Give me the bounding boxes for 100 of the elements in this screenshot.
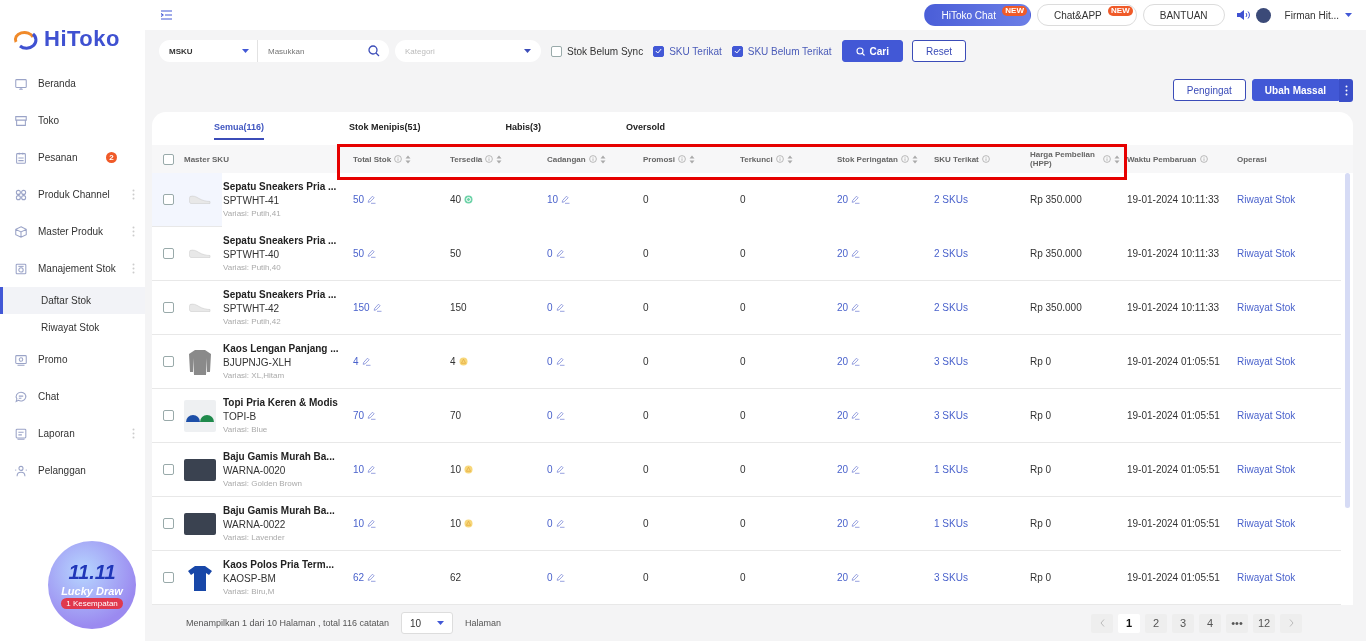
sidebar-item[interactable]: Manajement Stok [0,250,145,287]
reserved-stock-link[interactable]: 0 [547,410,553,421]
header-button[interactable]: BANTUAN [1142,4,1225,26]
linked-sku-link[interactable]: 2 SKUs [934,194,968,205]
table-row[interactable]: Baju Gamis Murah Ba... WARNA-0022 Variasi: Lavender 10 10 0 0 0 20 1 SKUs Rp 0 19-01-2024 01:05:51 Riwayat Stok [152,497,1341,551]
scrollbar[interactable] [1344,173,1350,508]
row-checkbox[interactable] [162,464,174,475]
reserved-stock-link[interactable]: 0 [547,572,553,583]
page-button[interactable]: 3 [1172,613,1194,633]
checkbox-label[interactable]: Stok Belum Sync [567,45,644,57]
edit-icon[interactable] [555,249,565,258]
sidebar-item[interactable]: Laporan [0,415,145,452]
edit-icon[interactable] [367,249,377,258]
total-stock-link[interactable]: 10 [353,518,365,529]
reminder-button[interactable]: Pengingat [1172,79,1246,101]
total-stock-link[interactable]: 4 [353,356,359,367]
more-icon[interactable] [1344,85,1348,96]
linked-sku-link[interactable]: 1 SKUs [934,464,968,475]
edit-icon[interactable] [561,195,571,204]
row-checkbox[interactable] [162,572,174,583]
edit-icon[interactable] [372,303,382,312]
page-size-select[interactable]: 10 [400,612,453,634]
sort-icon[interactable] [1114,154,1120,164]
stock-history-link[interactable]: Riwayat Stok [1237,572,1296,583]
reserved-stock-link[interactable]: 10 [547,194,559,205]
page-button[interactable]: 2 [1145,613,1167,633]
sidebar-item[interactable]: Beranda [0,65,145,102]
row-checkbox[interactable] [162,302,174,313]
reserved-stock-link[interactable]: 0 [547,464,553,475]
avatar[interactable] [1255,7,1271,23]
sort-icon[interactable] [911,154,918,164]
linked-sku-link[interactable]: 3 SKUs [934,572,968,583]
linked-sku-link[interactable]: 2 SKUs [934,248,968,259]
edit-icon[interactable] [555,303,565,312]
edit-icon[interactable] [367,411,377,420]
search-button[interactable]: Cari [841,40,903,62]
row-checkbox[interactable] [162,518,174,529]
table-row[interactable]: Topi Pria Keren & Modis TOPI-B Variasi: Blue 70 70 0 0 0 20 3 SKUs Rp 0 19-01-2024 01:05:51 Riwayat Stok [152,389,1341,443]
lucky-draw-badge[interactable]: 11.11 Lucky Draw 1 Kesempatan [48,541,136,629]
tab[interactable]: Semua(116) [214,112,265,140]
edit-icon[interactable] [367,465,377,474]
stock-history-link[interactable]: Riwayat Stok [1237,464,1296,475]
total-stock-link[interactable]: 150 [353,302,370,313]
stock-history-link[interactable]: Riwayat Stok [1237,410,1296,421]
stock-history-link[interactable]: Riwayat Stok [1237,518,1296,529]
total-stock-link[interactable]: 10 [353,464,365,475]
warning-stock-link[interactable]: 20 [837,248,849,259]
edit-icon[interactable] [851,357,861,366]
user-name[interactable]: Firman Hit... [1284,9,1339,21]
stock-history-link[interactable]: Riwayat Stok [1237,356,1296,367]
tab[interactable]: Habis(3) [505,112,542,140]
tab[interactable]: Stok Menipis(51) [349,112,421,140]
sidebar-item[interactable]: Master Produk [0,213,145,250]
sidebar-item[interactable]: Pelanggan [0,452,145,489]
table-row[interactable]: Baju Gamis Murah Ba... WARNA-0020 Variasi: Golden Brown 10 10 0 0 0 20 1 SKUs Rp 0 19-01-2024 01:05:51 Riwayat Stok [152,443,1341,497]
row-checkbox[interactable] [162,356,174,367]
header-button[interactable]: Chat&APP NEW [1036,4,1137,26]
checkbox-label[interactable]: SKU Belum Terikat [747,45,832,57]
select-all-checkbox[interactable] [162,153,174,165]
edit-icon[interactable] [367,573,377,582]
sidebar-item[interactable]: Toko [0,102,145,139]
next-page-button[interactable] [1280,613,1302,633]
warning-stock-link[interactable]: 20 [837,194,849,205]
sidebar-subitem[interactable]: Riwayat Stok [0,314,145,341]
row-checkbox[interactable] [162,410,174,421]
checkbox[interactable] [551,45,562,57]
page-button[interactable]: ••• [1226,613,1248,633]
sort-icon[interactable] [599,154,606,164]
row-checkbox[interactable] [162,248,174,259]
linked-sku-link[interactable]: 1 SKUs [934,518,968,529]
sidebar-subitem[interactable]: Daftar Stok [0,287,145,314]
reserved-stock-link[interactable]: 0 [547,356,553,367]
stock-history-link[interactable]: Riwayat Stok [1237,194,1296,205]
field-select[interactable]: MSKU [159,40,258,62]
tab[interactable]: Oversold [626,112,666,140]
reserved-stock-link[interactable]: 0 [547,248,553,259]
edit-icon[interactable] [367,195,377,204]
edit-icon[interactable] [555,357,565,366]
search-icon[interactable] [368,45,380,57]
linked-sku-link[interactable]: 2 SKUs [934,302,968,313]
edit-icon[interactable] [555,411,565,420]
edit-icon[interactable] [851,519,861,528]
edit-icon[interactable] [851,465,861,474]
checkbox-label[interactable]: SKU Terikat [669,45,722,57]
previous-page-button[interactable] [1091,613,1113,633]
table-row[interactable]: Sepatu Sneakers Pria ... SPTWHT-42 Variasi: Putih,42 150 150 0 0 0 20 2 SKUs Rp 350.000 19-01-2024 10:11:33 Riwayat Stok [152,281,1341,335]
menu-icon[interactable] [161,10,172,20]
total-stock-link[interactable]: 50 [353,194,365,205]
edit-icon[interactable] [555,519,565,528]
page-button[interactable]: 4 [1199,613,1221,633]
page-button[interactable]: 1 [1118,613,1140,633]
edit-icon[interactable] [851,195,861,204]
stock-history-link[interactable]: Riwayat Stok [1237,248,1296,259]
table-row[interactable]: Kaos Lengan Panjang ... BJUPNJG-XLH Variasi: XL,Hitam 4 4 0 0 0 20 3 SKUs Rp 0 19-01-2024 01:05:51 Riwayat Stok [152,335,1341,389]
edit-icon[interactable] [555,465,565,474]
reserved-stock-link[interactable]: 0 [547,302,553,313]
checkbox[interactable] [731,45,743,57]
warning-stock-link[interactable]: 20 [837,302,849,313]
warning-stock-link[interactable]: 20 [837,410,849,421]
edit-icon[interactable] [851,411,861,420]
